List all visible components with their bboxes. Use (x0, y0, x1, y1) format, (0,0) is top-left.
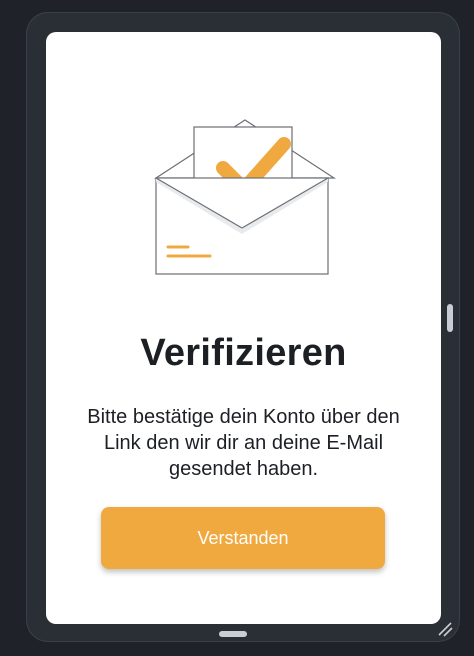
dialog-title: Verifizieren (140, 332, 347, 374)
home-indicator[interactable] (219, 631, 247, 637)
confirm-button[interactable]: Verstanden (101, 507, 385, 569)
dialog-message: Bitte bestätige dein Konto über den Link… (87, 406, 400, 480)
side-handle[interactable] (447, 304, 453, 332)
resize-grip-icon[interactable] (436, 620, 454, 638)
envelope-check-icon (153, 119, 337, 275)
